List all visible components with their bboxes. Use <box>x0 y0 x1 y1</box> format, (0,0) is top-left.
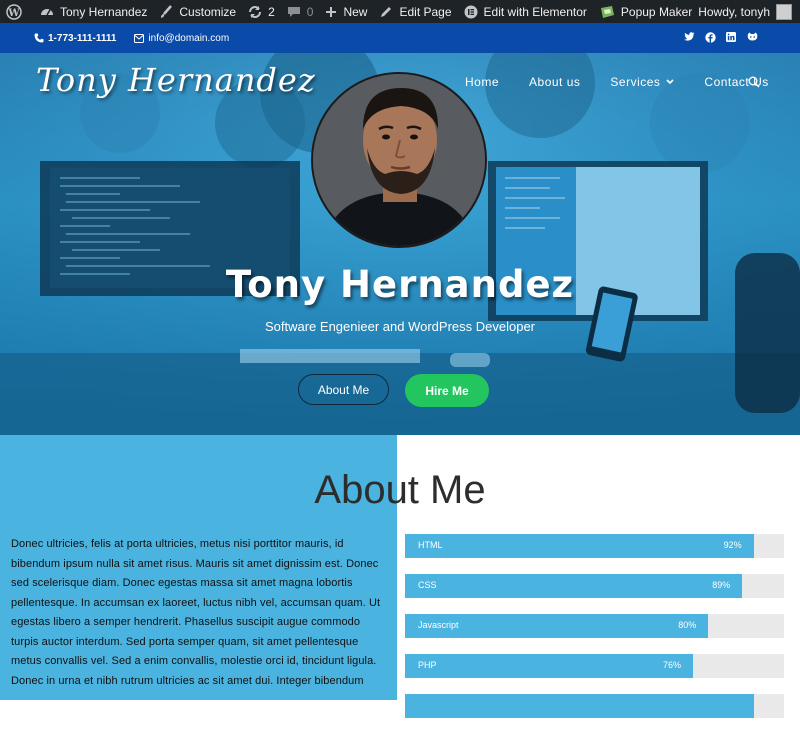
skill-percent: 89% <box>712 580 731 590</box>
nav-item-services-label: Services <box>610 75 661 89</box>
admin-elementor-label: Edit with Elementor <box>483 4 587 19</box>
site-logo[interactable]: Tony Hernandez <box>36 61 316 99</box>
skill-name: CSS <box>418 580 437 590</box>
dashboard-icon <box>41 8 53 15</box>
search-icon[interactable] <box>748 75 760 93</box>
skills-list: HTML 92% CSS 89% Javascript 80% PHP 76% <box>405 534 784 734</box>
hire-me-button[interactable]: Hire Me <box>405 374 489 407</box>
about-title: About Me <box>314 468 486 512</box>
wordpress-logo-icon[interactable]: W <box>0 0 34 23</box>
updates-icon <box>249 5 262 18</box>
admin-edit-page[interactable]: Edit Page <box>373 0 457 23</box>
email-address: info@domain.com <box>148 32 230 44</box>
skill-name: Javascript <box>418 620 459 630</box>
phone-icon <box>34 33 44 43</box>
pencil-icon <box>381 6 392 17</box>
admin-updates-count: 2 <box>268 4 275 19</box>
comment-icon <box>287 6 300 17</box>
admin-comments[interactable]: 0 <box>281 0 320 23</box>
github-icon[interactable] <box>746 31 758 43</box>
admin-updates[interactable]: 2 <box>242 0 281 23</box>
skill-percent: 92% <box>723 540 742 550</box>
chevron-down-icon <box>666 79 674 85</box>
admin-new[interactable]: New <box>319 0 373 23</box>
twitter-icon[interactable] <box>683 31 695 43</box>
skill-fill <box>405 534 754 558</box>
admin-account[interactable]: Howdy, tonyh <box>698 0 792 23</box>
skill-bar-partial <box>405 694 784 718</box>
facebook-icon[interactable] <box>704 31 716 43</box>
wp-admin-bar: W Tony Hernandez Customize 2 0 New Edit … <box>0 0 800 23</box>
admin-customize-label: Customize <box>179 4 237 19</box>
skill-fill <box>405 694 754 718</box>
admin-site-name-label: Tony Hernandez <box>60 4 148 19</box>
admin-howdy: Howdy, tonyh <box>698 4 770 19</box>
hero-subtitle: Software Engenieer and WordPress Develop… <box>264 319 536 334</box>
skill-fill <box>405 654 694 678</box>
linkedin-icon[interactable] <box>725 31 737 43</box>
skill-name: HTML <box>418 540 443 550</box>
phone-contact[interactable]: 1-773-111-1111 <box>34 33 116 44</box>
elementor-icon <box>464 5 478 18</box>
svg-text:W: W <box>7 8 20 19</box>
skill-percent: 80% <box>678 620 697 630</box>
popup-maker-icon <box>600 5 614 18</box>
skill-bar-javascript: Javascript 80% <box>405 614 784 638</box>
skill-bar-css: CSS 89% <box>405 574 784 598</box>
admin-site-name[interactable]: Tony Hernandez <box>34 0 153 23</box>
profile-photo <box>311 72 487 248</box>
admin-popup-label: Popup Maker <box>620 4 693 19</box>
admin-edit-page-label: Edit Page <box>399 4 452 19</box>
hero-section: Tony Hernandez Home About us Services Co… <box>0 53 800 435</box>
nav-item-home[interactable]: Home <box>465 75 499 89</box>
nav-item-about[interactable]: About us <box>529 75 580 89</box>
hero-title: Tony Hernandez <box>225 263 575 306</box>
plus-icon <box>326 6 337 17</box>
admin-popup-maker[interactable]: Popup Maker <box>593 0 698 23</box>
nav-item-services[interactable]: Services <box>610 75 674 89</box>
about-text: Donec ultricies, felis at porta ultricie… <box>11 538 381 687</box>
phone-number: 1-773-111-1111 <box>48 32 117 44</box>
about-section: About Me Donec ultricies, felis at porta… <box>0 435 800 718</box>
top-info-bar: 1-773-111-1111 info@domain.com <box>0 23 800 53</box>
avatar <box>776 3 792 20</box>
brush-icon <box>161 4 173 18</box>
email-contact[interactable]: info@domain.com <box>134 33 229 44</box>
skill-percent: 76% <box>663 660 682 670</box>
admin-comments-count: 0 <box>306 4 314 19</box>
admin-customize[interactable]: Customize <box>153 0 242 23</box>
admin-elementor[interactable]: Edit with Elementor <box>458 0 593 23</box>
admin-new-label: New <box>343 4 368 19</box>
skill-name: PHP <box>418 660 437 670</box>
about-me-button[interactable]: About Me <box>298 374 389 405</box>
skill-bar-php: PHP 76% <box>405 654 784 678</box>
skill-bar-html: HTML 92% <box>405 534 784 558</box>
envelope-icon <box>134 33 145 43</box>
social-links <box>683 31 758 43</box>
skill-fill <box>405 574 743 598</box>
